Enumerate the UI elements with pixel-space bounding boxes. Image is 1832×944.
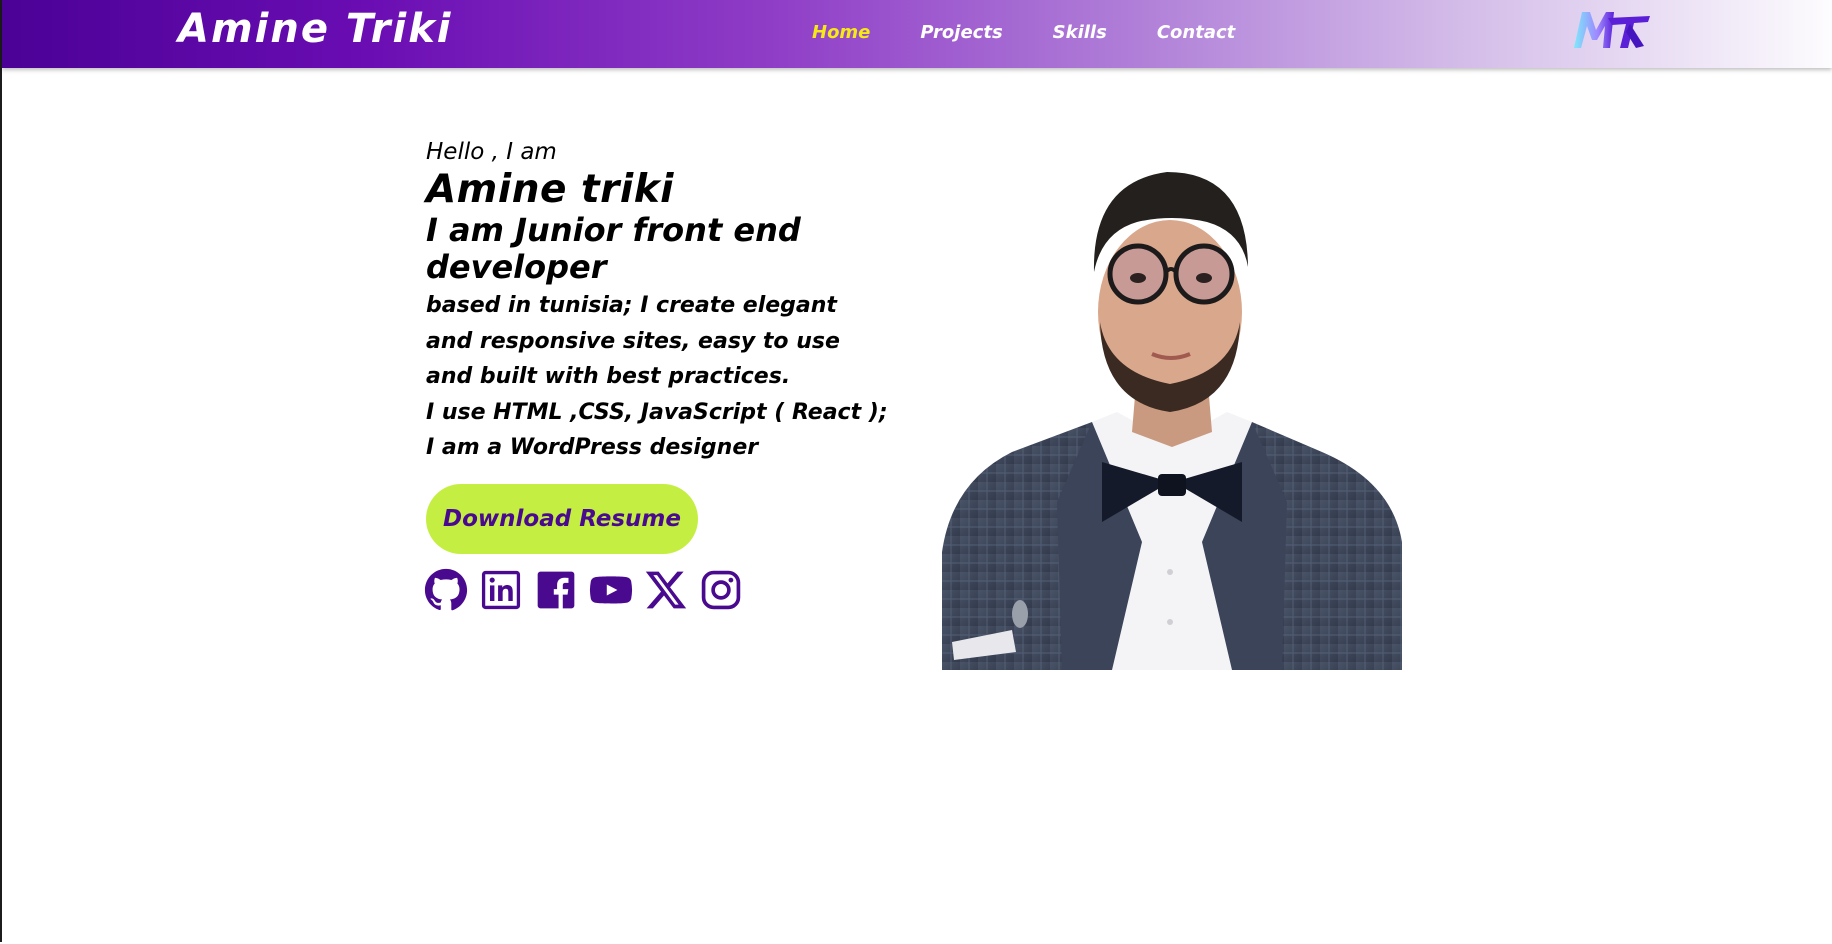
page-frame [0,0,1830,942]
site-brand[interactable]: Amine Triki [178,6,453,52]
description-line: and built with best practices. [426,364,791,389]
instagram-icon[interactable] [699,568,743,612]
nav-projects-link[interactable]: Projects [920,22,1002,43]
hero-role: I am Junior front end developer [426,211,801,286]
description-line: and responsive sites, easy to use [426,328,840,354]
hero-description: based in tunisia; I create elegant and r… [426,288,916,466]
hero-name: Amine triki [426,167,675,212]
navbar: Amine Triki Home Projects Skills Contact [2,0,1832,68]
description-line: I am a WordPress designer [426,435,759,460]
hero-text: Hello , I am Amine triki I am Junior fro… [426,136,906,466]
social-links [424,568,754,612]
profile-photo [942,172,1402,670]
youtube-icon[interactable] [589,568,633,612]
description-line: based in tunisia; I create elegant [426,293,837,318]
greeting-text: Hello , I am [426,139,557,165]
nav-links: Home Projects Skills Contact [812,22,1285,43]
description-line: I use HTML ,CSS, JavaScript ( React ); [426,399,888,425]
download-resume-button[interactable]: Download Resume [426,484,698,554]
github-icon[interactable] [424,568,468,612]
linkedin-icon[interactable] [479,568,523,612]
nav-skills-link[interactable]: Skills [1053,22,1107,43]
x-twitter-icon[interactable] [644,568,688,612]
facebook-icon[interactable] [534,568,578,612]
site-logo[interactable] [1570,6,1654,54]
nav-home-link[interactable]: Home [812,22,870,43]
nav-contact-link[interactable]: Contact [1157,22,1235,43]
